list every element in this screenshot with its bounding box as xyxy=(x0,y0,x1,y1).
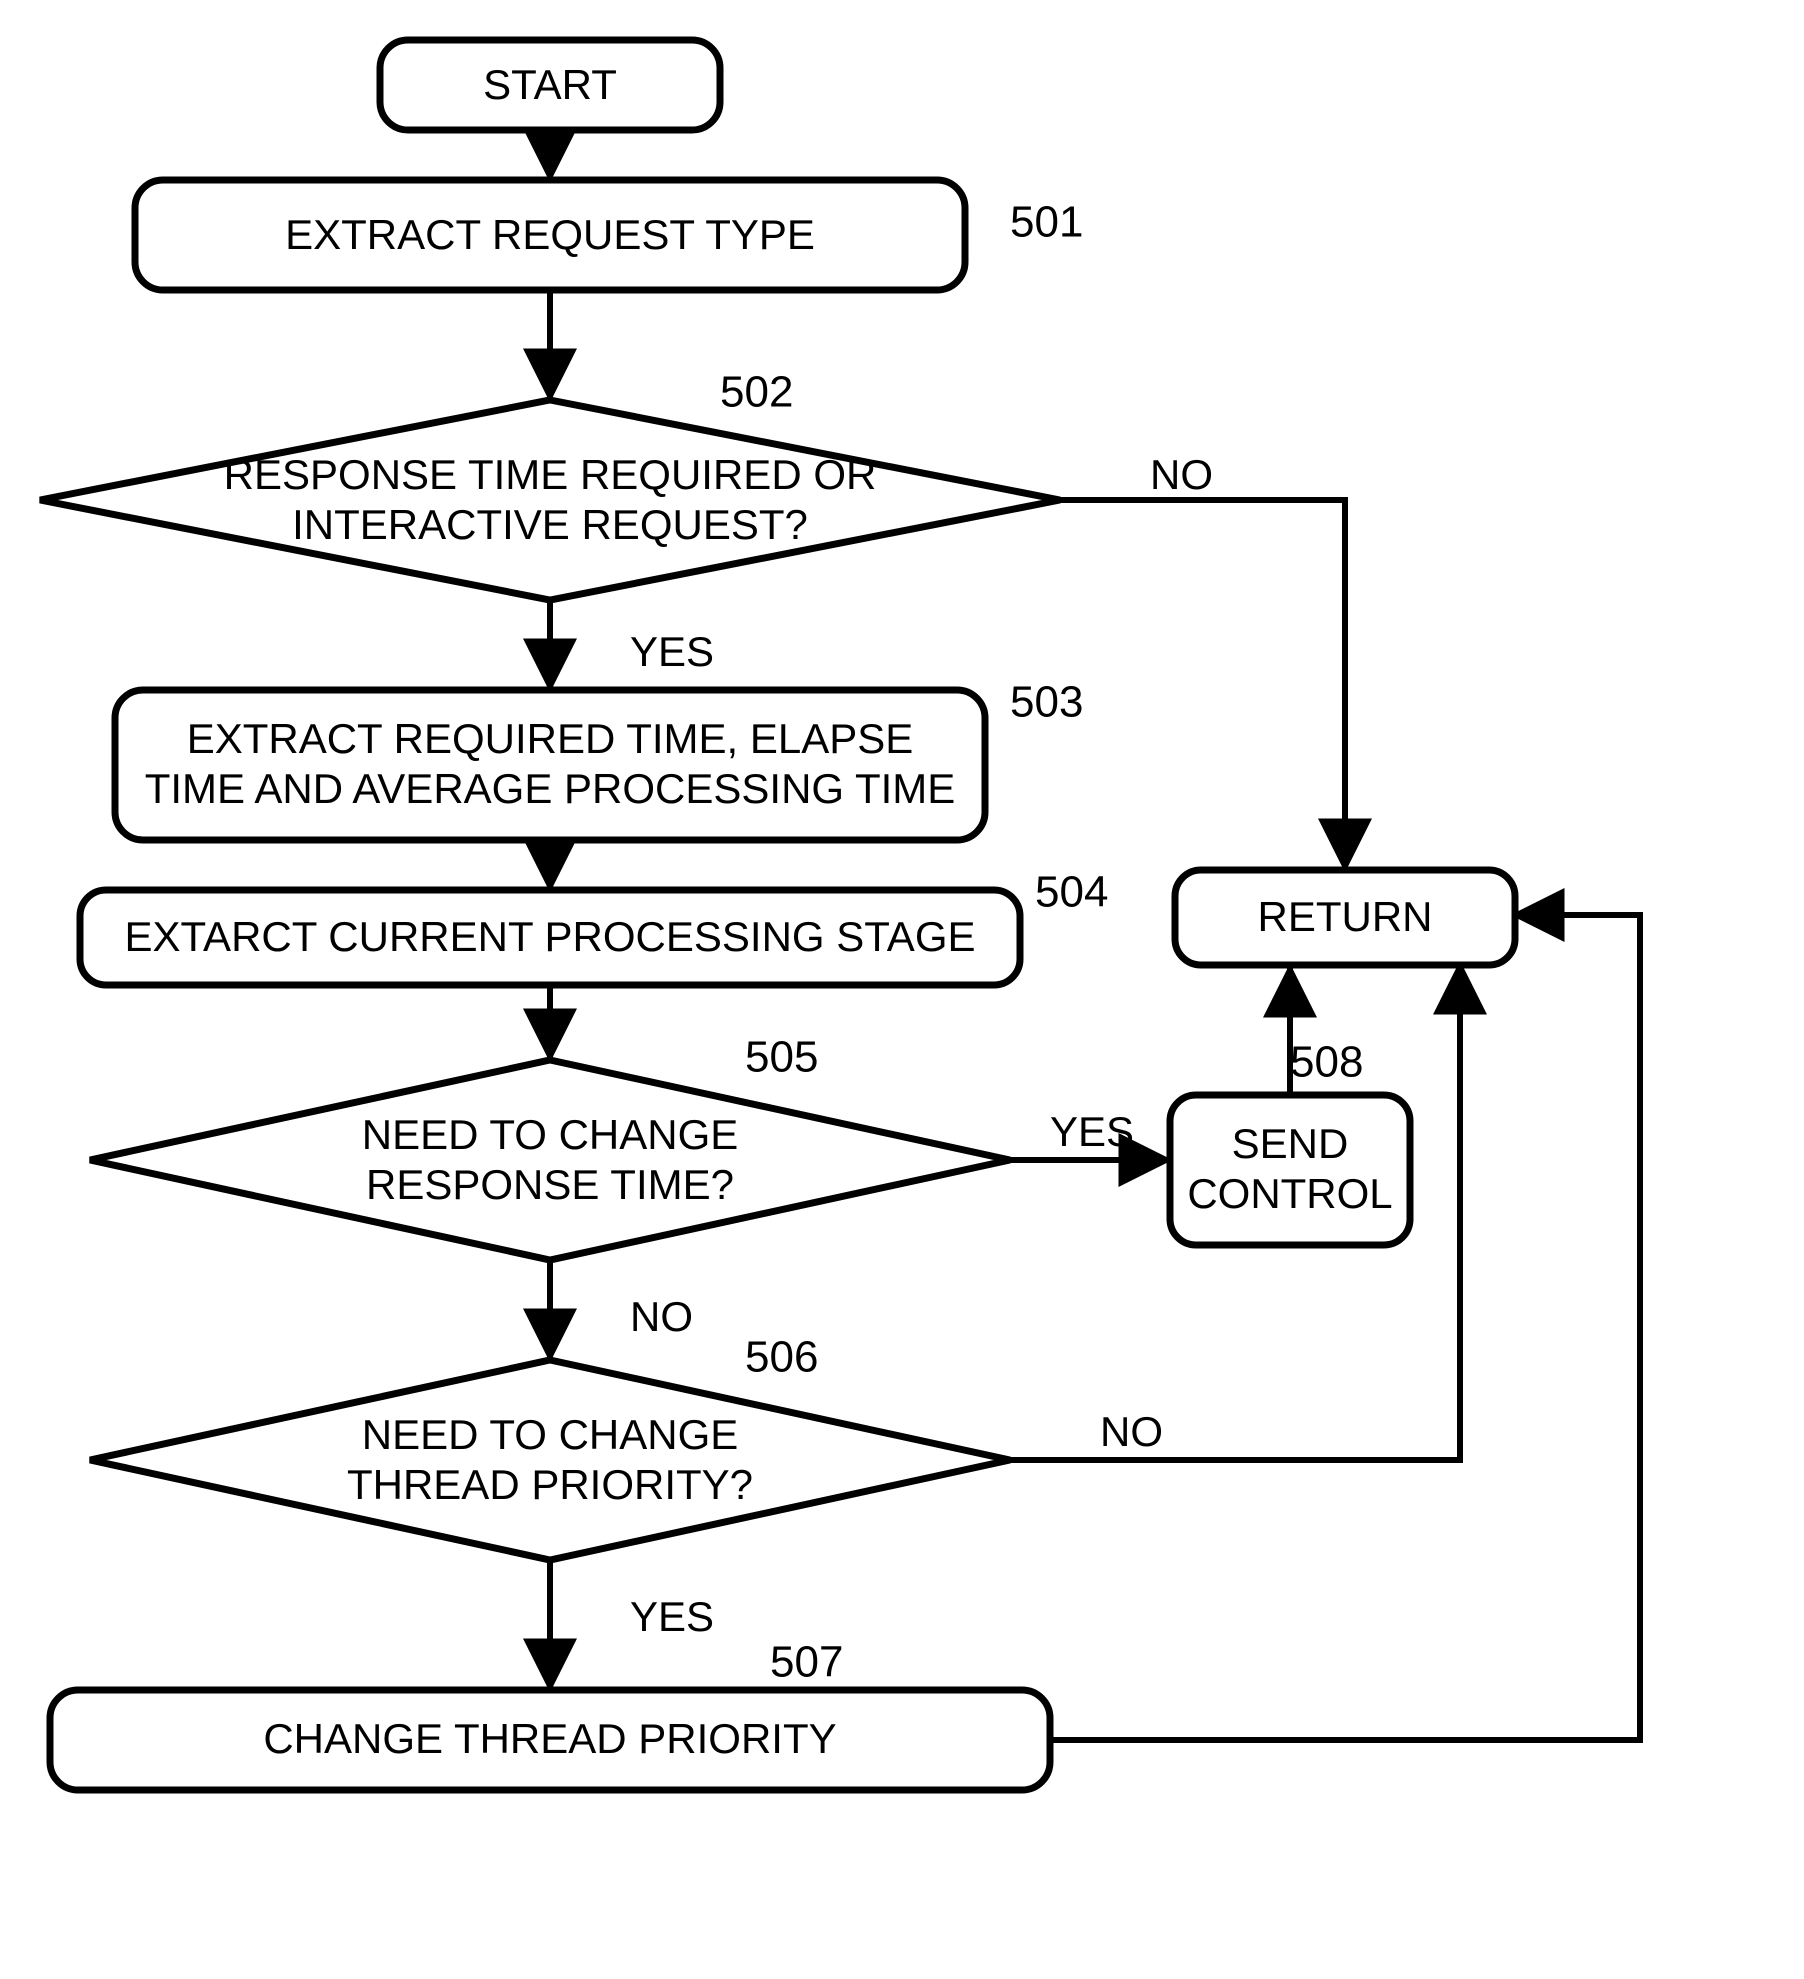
label-501: 501 xyxy=(1010,198,1083,247)
edge-502-no-text: NO xyxy=(1150,451,1213,498)
start-text: START xyxy=(483,61,617,108)
node-503-line1: EXTRACT REQUIRED TIME, ELAPSE xyxy=(187,715,914,762)
flowchart: START EXTRACT REQUEST TYPE 501 RESPONSE … xyxy=(0,0,1804,1979)
node-502 xyxy=(40,400,1060,600)
node-505-line2: RESPONSE TIME? xyxy=(366,1161,734,1208)
label-502: 502 xyxy=(720,368,793,417)
edge-506-no-text: NO xyxy=(1100,1408,1163,1455)
edge-502-yes-text: YES xyxy=(630,628,714,675)
node-506-line1: NEED TO CHANGE xyxy=(362,1411,739,1458)
edge-505-no-text: NO xyxy=(630,1293,693,1340)
node-505-line1: NEED TO CHANGE xyxy=(362,1111,739,1158)
label-504: 504 xyxy=(1035,868,1108,917)
node-502-line2: INTERACTIVE REQUEST? xyxy=(292,501,808,548)
edge-505-yes-text: YES xyxy=(1050,1108,1134,1155)
label-508: 508 xyxy=(1290,1038,1363,1087)
node-503-line2: TIME AND AVERAGE PROCESSING TIME xyxy=(145,765,956,812)
label-506: 506 xyxy=(745,1333,818,1382)
return-text: RETURN xyxy=(1258,893,1433,940)
node-501-text: EXTRACT REQUEST TYPE xyxy=(285,211,815,258)
edge-506-yes-text: YES xyxy=(630,1593,714,1640)
node-505 xyxy=(90,1060,1010,1260)
node-506-line2: THREAD PRIORITY? xyxy=(347,1461,753,1508)
node-502-line1: RESPONSE TIME REQUIRED OR xyxy=(224,451,877,498)
node-506 xyxy=(90,1360,1010,1560)
label-503: 503 xyxy=(1010,678,1083,727)
edge-502-no xyxy=(1060,500,1345,868)
node-504-text: EXTARCT CURRENT PROCESSING STAGE xyxy=(124,913,975,960)
label-505: 505 xyxy=(745,1033,818,1082)
node-507-text: CHANGE THREAD PRIORITY xyxy=(263,1715,836,1762)
node-508-line1: SEND xyxy=(1232,1120,1349,1167)
label-507: 507 xyxy=(770,1638,843,1687)
node-508-line2: CONTROL xyxy=(1187,1170,1392,1217)
